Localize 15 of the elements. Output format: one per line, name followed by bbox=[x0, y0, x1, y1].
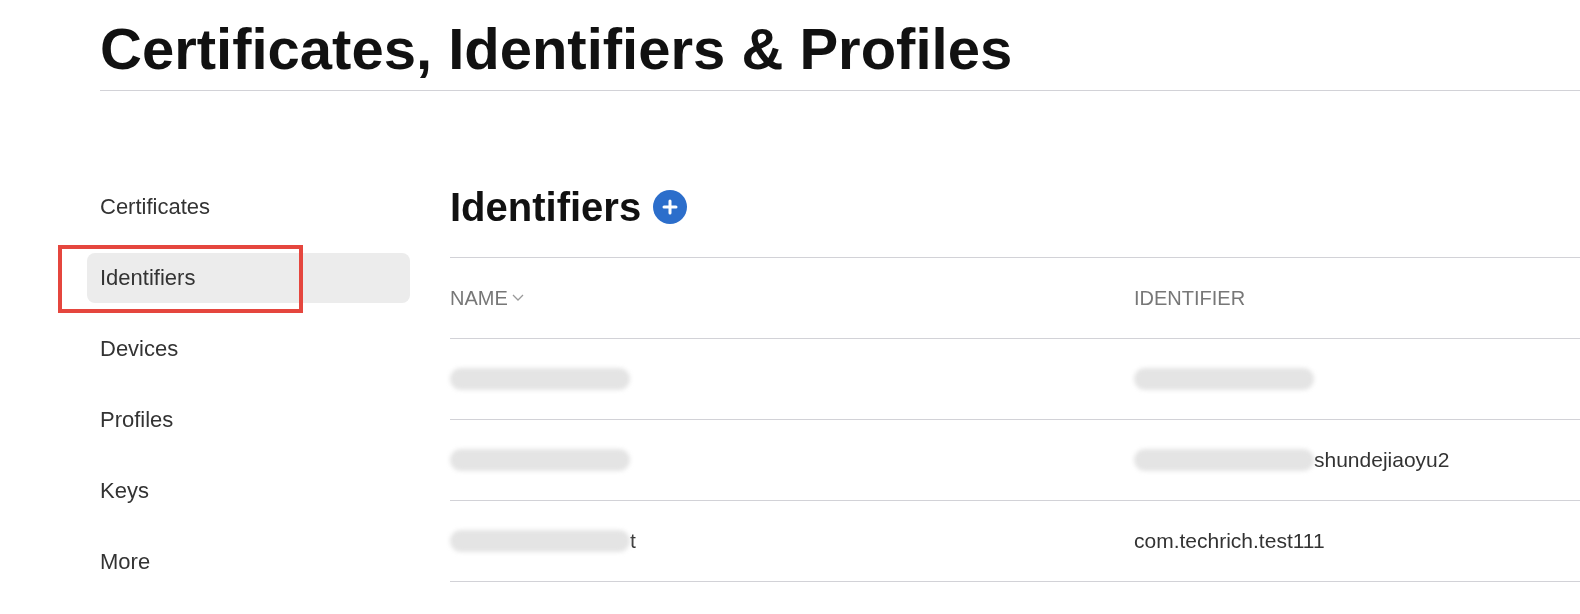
add-button[interactable] bbox=[653, 190, 688, 224]
table-cell-text: t bbox=[630, 528, 636, 555]
sidebar-item[interactable]: Profiles bbox=[87, 394, 410, 445]
column-header[interactable]: NAME bbox=[450, 283, 524, 313]
table-cell-text: shundejiaoyu2 bbox=[1314, 447, 1450, 474]
sidebar-item[interactable]: Devices bbox=[87, 323, 410, 374]
table-cell-text: com.techrich.test111 bbox=[1134, 528, 1325, 555]
sidebar-item[interactable]: Certificates bbox=[87, 181, 410, 232]
section-title: Identifiers bbox=[450, 184, 642, 231]
page-title: Certificates, Identifiers & Profiles bbox=[100, 15, 1014, 83]
sidebar-item[interactable]: More bbox=[87, 536, 410, 587]
plus-icon bbox=[662, 199, 679, 215]
column-header[interactable]: IDENTIFIER bbox=[1134, 283, 1246, 313]
sidebar-item[interactable]: Identifiers bbox=[87, 252, 410, 303]
sidebar-item[interactable]: Keys bbox=[87, 465, 410, 516]
